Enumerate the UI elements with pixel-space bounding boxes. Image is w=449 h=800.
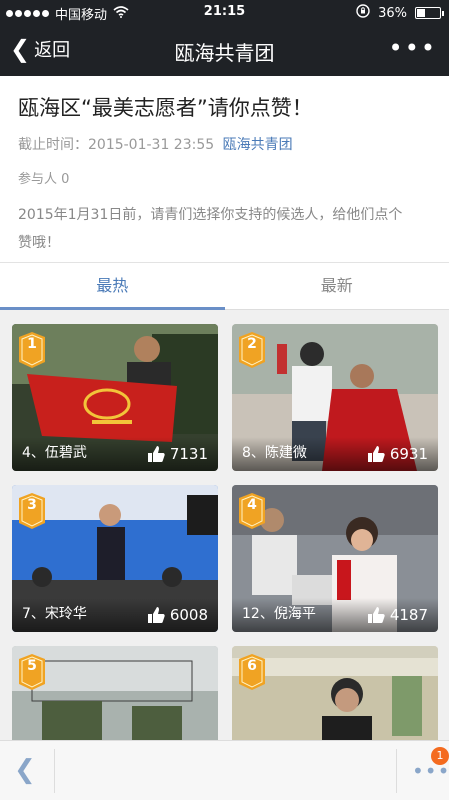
candidate-card[interactable]: 4 12、倪海平 4187	[232, 485, 438, 632]
status-bar: 中国移动 21:15 36%	[0, 0, 449, 24]
tab-hottest[interactable]: 最热	[0, 263, 225, 310]
battery-icon	[415, 7, 444, 19]
like-count: 7131	[169, 445, 208, 463]
like-button[interactable]: 4187	[366, 605, 428, 625]
candidate-card[interactable]: 3 7、宋玲华 6008	[12, 485, 218, 632]
event-meta: 截止时间：2015-01-31 23:55 瓯海共青团	[18, 134, 431, 154]
rank-badge: 5	[19, 654, 45, 690]
like-count: 4187	[389, 606, 428, 624]
participant-count: 参与人 0	[18, 172, 70, 187]
candidate-card[interactable]: 6	[232, 646, 438, 740]
thumbs-up-icon	[147, 446, 165, 462]
thumbs-up-icon	[367, 446, 385, 462]
card-footer: 8、陈建微 6931	[232, 437, 438, 471]
candidate-card[interactable]: 1 4、伍碧武 7131	[12, 324, 218, 471]
battery-fill	[417, 9, 425, 17]
like-button[interactable]: 6931	[366, 444, 428, 464]
thumbs-up-icon	[367, 607, 385, 623]
chevron-left-icon[interactable]: ❮	[14, 755, 36, 785]
system-status: 36%	[356, 4, 444, 22]
candidate-card[interactable]: 5	[12, 646, 218, 740]
rank-badge: 4	[239, 493, 265, 529]
rank-badge: 1	[19, 332, 45, 368]
candidate-name: 8、陈建微	[242, 445, 307, 461]
candidate-name: 7、宋玲华	[22, 606, 87, 622]
candidate-name: 4、伍碧武	[22, 445, 87, 461]
deadline-value: 2015-01-31 23:55	[88, 137, 215, 153]
card-footer: 4、伍碧武 7131	[12, 437, 218, 471]
notification-badge: 1	[431, 747, 449, 765]
candidate-grid: 1 4、伍碧武 7131 2 8、陈建微 6931 3 7、宋玲华 6008 4…	[0, 310, 449, 740]
like-button[interactable]: 6008	[146, 605, 208, 625]
chevron-left-icon: ❮	[10, 35, 31, 63]
card-footer: 12、倪海平 4187	[232, 598, 438, 632]
back-label: 返回	[34, 40, 71, 61]
rank-badge: 3	[19, 493, 45, 529]
event-description: 2015年1月31日前，请青们选择你支持的候选人，给他们点个赞哦！	[18, 207, 403, 251]
back-button[interactable]: ❮ 返回	[10, 36, 70, 62]
thumbs-up-icon	[147, 607, 165, 623]
navigation-bar: ❮ 返回 瓯海共青团 •••	[0, 24, 449, 76]
rank-badge: 2	[239, 332, 265, 368]
tab-newest[interactable]: 最新	[225, 263, 449, 309]
rank-badge: 6	[239, 654, 265, 690]
divider	[54, 749, 55, 793]
deadline-label: 截止时间：	[18, 137, 88, 153]
divider	[396, 749, 397, 793]
battery-percent: 36%	[378, 5, 407, 21]
organizer-link[interactable]: 瓯海共青团	[223, 137, 293, 153]
event-title: 瓯海区“最美志愿者”请你点赞！	[18, 96, 313, 120]
browser-toolbar: ❮ ••• 1	[0, 740, 449, 800]
like-count: 6008	[169, 606, 208, 624]
like-count: 6931	[389, 445, 428, 463]
like-button[interactable]: 7131	[146, 444, 208, 464]
candidate-card[interactable]: 2 8、陈建微 6931	[232, 324, 438, 471]
rotation-lock-icon	[356, 4, 370, 22]
more-options-icon[interactable]: •••	[389, 34, 437, 62]
event-header: 瓯海区“最美志愿者”请你点赞！ 截止时间：2015-01-31 23:55 瓯海…	[0, 76, 449, 262]
card-footer: 7、宋玲华 6008	[12, 598, 218, 632]
candidate-name: 12、倪海平	[242, 606, 316, 622]
sort-tabs: 最热 最新	[0, 262, 449, 310]
